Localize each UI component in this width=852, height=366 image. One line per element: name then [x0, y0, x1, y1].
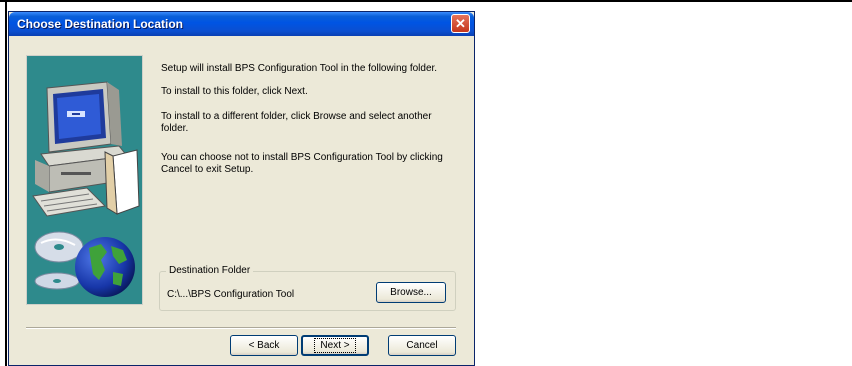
next-button-label: Next > — [314, 338, 356, 353]
title-bar[interactable]: Choose Destination Location ✕ — [9, 12, 474, 36]
wizard-illustration — [26, 55, 143, 305]
setup-dialog: Choose Destination Location ✕ Setup will… — [8, 11, 475, 366]
browse-button-label: Browse... — [390, 287, 432, 298]
frame-left-line — [5, 0, 7, 366]
back-button[interactable]: < Back — [230, 335, 298, 356]
window-title: Choose Destination Location — [17, 17, 184, 31]
back-button-label: < Back — [248, 340, 280, 351]
destination-path: C:\...\BPS Configuration Tool — [167, 289, 295, 300]
destination-folder-group: Destination Folder C:\...\BPS Configurat… — [159, 265, 456, 311]
browse-instruction-text: To install to a different folder, click … — [161, 111, 432, 134]
close-button[interactable]: ✕ — [451, 14, 470, 33]
close-icon: ✕ — [455, 16, 466, 31]
frame-top-line — [0, 0, 852, 2]
cancel-button-label: Cancel — [406, 340, 438, 351]
destination-folder-legend: Destination Folder — [166, 265, 254, 276]
cancel-button[interactable]: Cancel — [388, 335, 456, 356]
cancel-instruction-text: You can choose not to install BPS Config… — [161, 152, 443, 175]
browse-button[interactable]: Browse... — [376, 282, 446, 303]
next-instruction-text: To install to this folder, click Next. — [161, 86, 308, 97]
button-separator — [26, 327, 456, 329]
next-button[interactable]: Next > — [301, 335, 369, 356]
intro-text: Setup will install BPS Configuration Too… — [161, 63, 438, 74]
globe-icon — [75, 237, 135, 297]
